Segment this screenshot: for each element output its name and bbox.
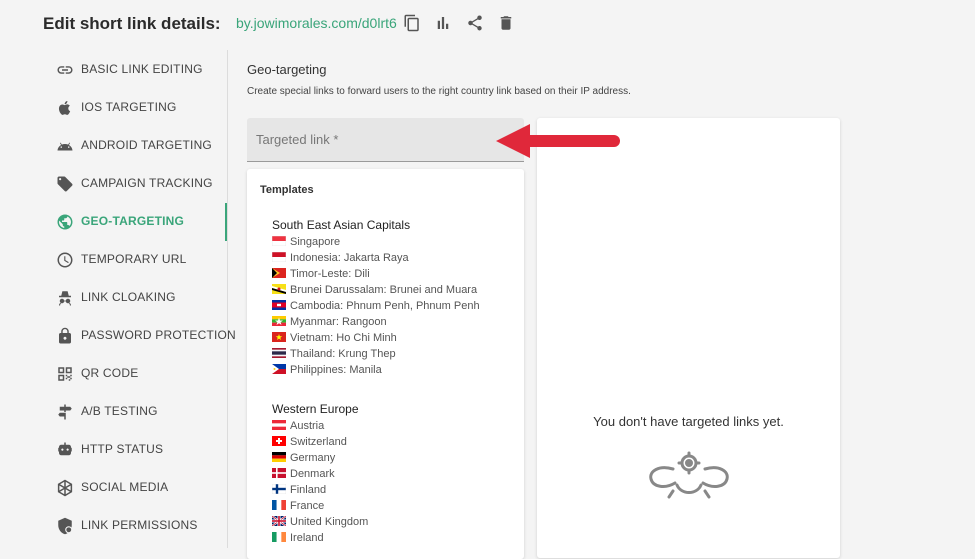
flag-ph-icon: [272, 364, 286, 374]
share-icon[interactable]: [466, 14, 484, 32]
lock-icon: [56, 327, 74, 345]
sidebar-item-label: GEO-TARGETING: [81, 214, 185, 228]
android-icon: [56, 137, 74, 155]
sidebar-item-label: A/B TESTING: [81, 404, 158, 418]
flag-fr-icon: [272, 500, 286, 510]
template-item[interactable]: Switzerland: [272, 436, 347, 451]
sidebar-item-label: QR CODE: [81, 366, 139, 380]
template-group-name: Western Europe: [272, 402, 359, 416]
template-group-name: South East Asian Capitals: [272, 218, 411, 232]
sidebar-item-ab-testing[interactable]: A/B TESTING: [0, 393, 228, 431]
template-item[interactable]: Timor-Leste: Dili: [272, 268, 370, 283]
sidebar-item-label: LINK CLOAKING: [81, 290, 176, 304]
spy-icon: [56, 289, 74, 307]
sidebar-item-label: IOS TARGETING: [81, 100, 177, 114]
stats-icon[interactable]: [434, 14, 452, 32]
sidebar-item-http-status[interactable]: HTTP STATUS: [0, 431, 228, 469]
flag-vn-icon: [272, 332, 286, 342]
clock-icon: [56, 251, 74, 269]
empty-state-message: You don't have targeted links yet.: [593, 414, 784, 429]
sidebar-item-label: SOCIAL MEDIA: [81, 480, 169, 494]
apple-icon: [56, 99, 74, 117]
signpost-icon: [56, 403, 74, 421]
annotation-arrow: [494, 120, 622, 162]
delete-icon[interactable]: [497, 14, 515, 32]
sidebar-item-label: ANDROID TARGETING: [81, 138, 212, 152]
targeted-links-panel: You don't have targeted links yet.: [537, 118, 840, 558]
template-item[interactable]: Philippines: Manila: [272, 364, 382, 379]
template-item[interactable]: Indonesia: Jakarta Raya: [272, 252, 409, 267]
page-title: Edit short link details:: [43, 14, 221, 33]
sidebar-item-geo-targeting[interactable]: GEO-TARGETING: [0, 203, 228, 241]
template-item[interactable]: United Kingdom: [272, 516, 368, 531]
globe-icon: [56, 213, 74, 231]
sidebar-item-temporary-url[interactable]: TEMPORARY URL: [0, 241, 228, 279]
template-item[interactable]: Germany: [272, 452, 335, 467]
sidebar: BASIC LINK EDITING IOS TARGETING ANDROID…: [0, 50, 236, 548]
flag-at-icon: [272, 420, 286, 430]
copy-icon[interactable]: [403, 14, 421, 32]
sidebar-item-label: PASSWORD PROTECTION: [81, 328, 236, 342]
flag-de-icon: [272, 452, 286, 462]
sidebar-divider: [227, 50, 228, 548]
template-item[interactable]: Vietnam: Ho Chi Minh: [272, 332, 397, 347]
targeted-link-label: Targeted link *: [256, 132, 339, 147]
sidebar-item-ios-targeting[interactable]: IOS TARGETING: [0, 89, 228, 127]
sidebar-item-password-protection[interactable]: PASSWORD PROTECTION: [0, 317, 236, 355]
flag-kh-icon: [272, 300, 286, 310]
template-item[interactable]: Myanmar: Rangoon: [272, 316, 387, 331]
flag-sg-icon: [272, 236, 286, 246]
sidebar-item-label: CAMPAIGN TRACKING: [81, 176, 213, 190]
template-item[interactable]: Brunei Darussalam: Brunei and Muara: [272, 284, 477, 299]
link-icon: [56, 61, 74, 79]
sidebar-item-label: BASIC LINK EDITING: [81, 62, 203, 76]
sidebar-item-campaign-tracking[interactable]: CAMPAIGN TRACKING: [0, 165, 228, 203]
tag-icon: [56, 175, 74, 193]
flag-bn-icon: [272, 284, 286, 294]
targeted-link-input[interactable]: Targeted link *: [247, 118, 524, 162]
templates-panel: Templates South East Asian Capitals Sing…: [247, 169, 524, 559]
sidebar-item-link-permissions[interactable]: LINK PERMISSIONS: [0, 507, 228, 545]
social-icon: [56, 479, 74, 497]
page-header: Edit short link details: by.jowimorales.…: [0, 0, 975, 48]
template-item[interactable]: Thailand: Krung Thep: [272, 348, 396, 363]
template-item[interactable]: Cambodia: Phnum Penh, Phnum Penh: [272, 300, 480, 315]
sidebar-item-label: LINK PERMISSIONS: [81, 518, 198, 532]
sidebar-item-link-cloaking[interactable]: LINK CLOAKING: [0, 279, 228, 317]
flag-dk-icon: [272, 468, 286, 478]
template-item[interactable]: Finland: [272, 484, 326, 499]
shield-icon: [56, 517, 74, 535]
flag-ie-icon: [272, 532, 286, 542]
sidebar-item-label: HTTP STATUS: [81, 442, 164, 456]
robot-icon: [56, 441, 74, 459]
template-item[interactable]: Austria: [272, 420, 324, 435]
flag-mm-icon: [272, 316, 286, 326]
sidebar-item-social-media[interactable]: SOCIAL MEDIA: [0, 469, 228, 507]
section-description: Create special links to forward users to…: [247, 86, 631, 97]
template-item[interactable]: Denmark: [272, 468, 335, 483]
template-item[interactable]: Ireland: [272, 532, 324, 547]
templates-title: Templates: [260, 184, 314, 196]
sidebar-item-basic-link-editing[interactable]: BASIC LINK EDITING: [0, 51, 228, 89]
flag-gb-icon: [272, 516, 286, 526]
sidebar-item-qr-code[interactable]: QR CODE: [0, 355, 228, 393]
section-title: Geo-targeting: [247, 62, 327, 77]
flag-ch-icon: [272, 436, 286, 446]
template-item[interactable]: France: [272, 500, 324, 515]
flag-th-icon: [272, 348, 286, 358]
sidebar-item-android-targeting[interactable]: ANDROID TARGETING: [0, 127, 228, 165]
sidebar-item-label: TEMPORARY URL: [81, 252, 187, 266]
template-item[interactable]: Singapore: [272, 236, 340, 251]
flag-fi-icon: [272, 484, 286, 494]
flag-id-icon: [272, 252, 286, 262]
short-link[interactable]: by.jowimorales.com/d0lrt6: [236, 15, 397, 31]
broken-chain-icon: [645, 451, 733, 503]
flag-tl-icon: [272, 268, 286, 278]
qr-icon: [56, 365, 74, 383]
